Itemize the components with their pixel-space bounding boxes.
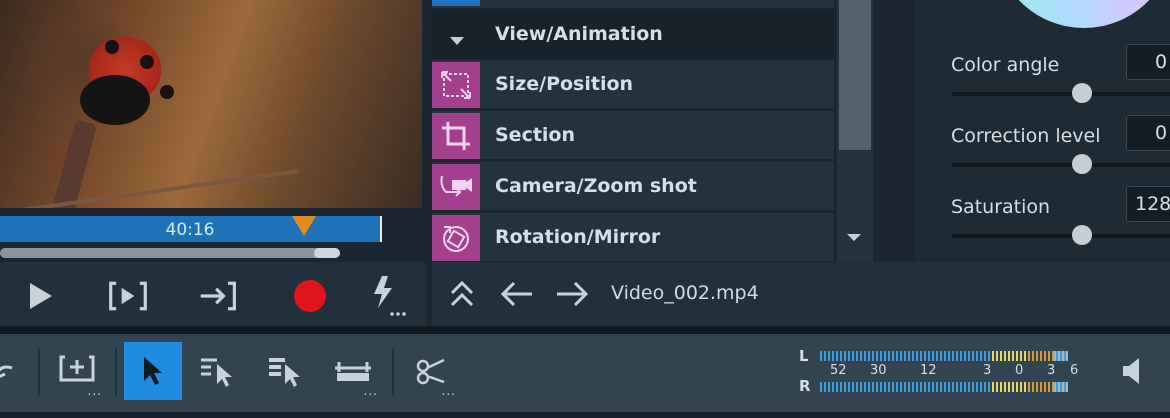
volume-button[interactable]	[1104, 342, 1162, 400]
color-angle-input[interactable]: 0	[1126, 44, 1170, 80]
cursor-arrow-icon	[144, 357, 162, 385]
collapse-all-button[interactable]	[444, 276, 480, 312]
correction-level-slider[interactable]	[952, 154, 1170, 174]
rotation-icon	[432, 215, 480, 261]
left-channel-label: L	[799, 347, 809, 365]
preview-scrollbar[interactable]	[0, 248, 340, 258]
back-button[interactable]	[499, 276, 535, 312]
timecode: 40:16	[165, 220, 215, 240]
arrow-right-icon	[557, 281, 589, 307]
chevron-down-icon	[450, 30, 464, 49]
undo-button[interactable]	[0, 342, 32, 400]
color-correction-panel: Color angle 0 Correction level 0 Saturat…	[914, 0, 1170, 262]
camera-zoom-icon	[432, 164, 480, 210]
slider-knob[interactable]	[1072, 225, 1092, 245]
play-section-icon	[109, 281, 147, 311]
stretch-icon	[335, 362, 371, 381]
effects-panel: View/Animation Size/Position Section Cam…	[432, 0, 872, 262]
record-button[interactable]	[290, 277, 330, 315]
section-header-view-animation[interactable]: View/Animation	[432, 10, 834, 58]
play-icon	[30, 283, 52, 309]
section-header-label: View/Animation	[495, 23, 663, 45]
scroll-down-arrow-icon[interactable]	[847, 234, 861, 241]
lightning-icon	[374, 276, 406, 316]
left-channel-bar	[820, 351, 1068, 361]
list-item-partial	[432, 0, 834, 8]
saturation-slider[interactable]	[952, 225, 1170, 245]
color-angle-slider[interactable]	[952, 83, 1170, 103]
arrow-left-icon	[500, 281, 532, 307]
mouse-mode-all-tracks-button[interactable]	[258, 342, 316, 400]
effect-item-label: Section	[495, 124, 576, 146]
crop-icon	[432, 113, 480, 159]
cursor-all-tracks-icon	[269, 358, 300, 387]
correction-level-input[interactable]: 0	[1126, 115, 1170, 151]
double-chevron-up-icon	[450, 280, 474, 307]
forward-button[interactable]	[554, 276, 590, 312]
mouse-mode-select-button[interactable]	[124, 342, 182, 400]
scrollbar-thumb[interactable]	[314, 248, 340, 258]
jump-end-icon	[200, 281, 236, 311]
right-channel-bar	[820, 382, 1068, 392]
video-preview	[0, 0, 422, 208]
saturation-input[interactable]: 128	[1126, 186, 1170, 222]
stretch-mode-button[interactable]: ...	[324, 342, 382, 400]
effects-footer: Video_002.mp4	[432, 262, 1170, 326]
effect-item-section[interactable]: Section	[432, 111, 834, 159]
meter-scale-label: 12	[920, 363, 937, 378]
meter-scale-label: 6	[1070, 363, 1079, 378]
quick-action-button[interactable]	[368, 276, 408, 316]
mouse-mode-track-button[interactable]	[190, 342, 248, 400]
insert-object-button[interactable]: ...	[48, 342, 106, 400]
effect-item-label: Size/Position	[495, 73, 634, 95]
insert-icon	[59, 355, 95, 382]
undo-icon	[0, 365, 13, 378]
effect-item-rotation-mirror[interactable]: Rotation/Mirror	[432, 213, 834, 261]
record-icon	[294, 280, 326, 312]
audio-level-meter: L 52 30 12 3 0 3 6 R	[795, 344, 1095, 400]
correction-level-label: Correction level	[951, 125, 1101, 147]
size-position-icon	[432, 62, 480, 108]
slider-knob[interactable]	[1072, 83, 1092, 103]
effects-scrollbar[interactable]	[837, 0, 873, 262]
meter-scale-label: 0	[1015, 363, 1024, 378]
effect-item-camera-zoom[interactable]: Camera/Zoom shot	[432, 162, 834, 210]
scrollbar-thumb[interactable]	[839, 0, 871, 150]
scissors-icon	[416, 358, 445, 385]
cursor-track-icon	[201, 358, 232, 387]
timeline-bar[interactable]: 40:16	[0, 216, 382, 242]
slider-knob[interactable]	[1072, 154, 1092, 174]
meter-scale-label: 3	[983, 363, 992, 378]
file-name: Video_002.mp4	[611, 282, 759, 304]
meter-scale-label: 52	[830, 363, 847, 378]
color-wheel[interactable]	[994, 0, 1170, 28]
right-channel-label: R	[799, 377, 811, 395]
timeline-strip	[0, 412, 1170, 418]
meter-scale-label: 30	[870, 363, 887, 378]
speaker-icon	[1123, 358, 1139, 384]
effect-item-label: Camera/Zoom shot	[495, 175, 697, 197]
saturation-label: Saturation	[951, 196, 1051, 218]
jump-to-end-button[interactable]	[198, 277, 238, 315]
panel-divider	[0, 326, 1170, 334]
meter-scale-label: 3	[1047, 363, 1056, 378]
play-section-button[interactable]	[108, 277, 148, 315]
play-button[interactable]	[20, 277, 60, 315]
effect-item-size-position[interactable]: Size/Position	[432, 60, 834, 108]
transport-controls	[0, 262, 426, 328]
cut-button[interactable]: ...	[402, 342, 460, 400]
effect-item-label: Rotation/Mirror	[495, 226, 661, 248]
color-angle-label: Color angle	[951, 54, 1060, 76]
